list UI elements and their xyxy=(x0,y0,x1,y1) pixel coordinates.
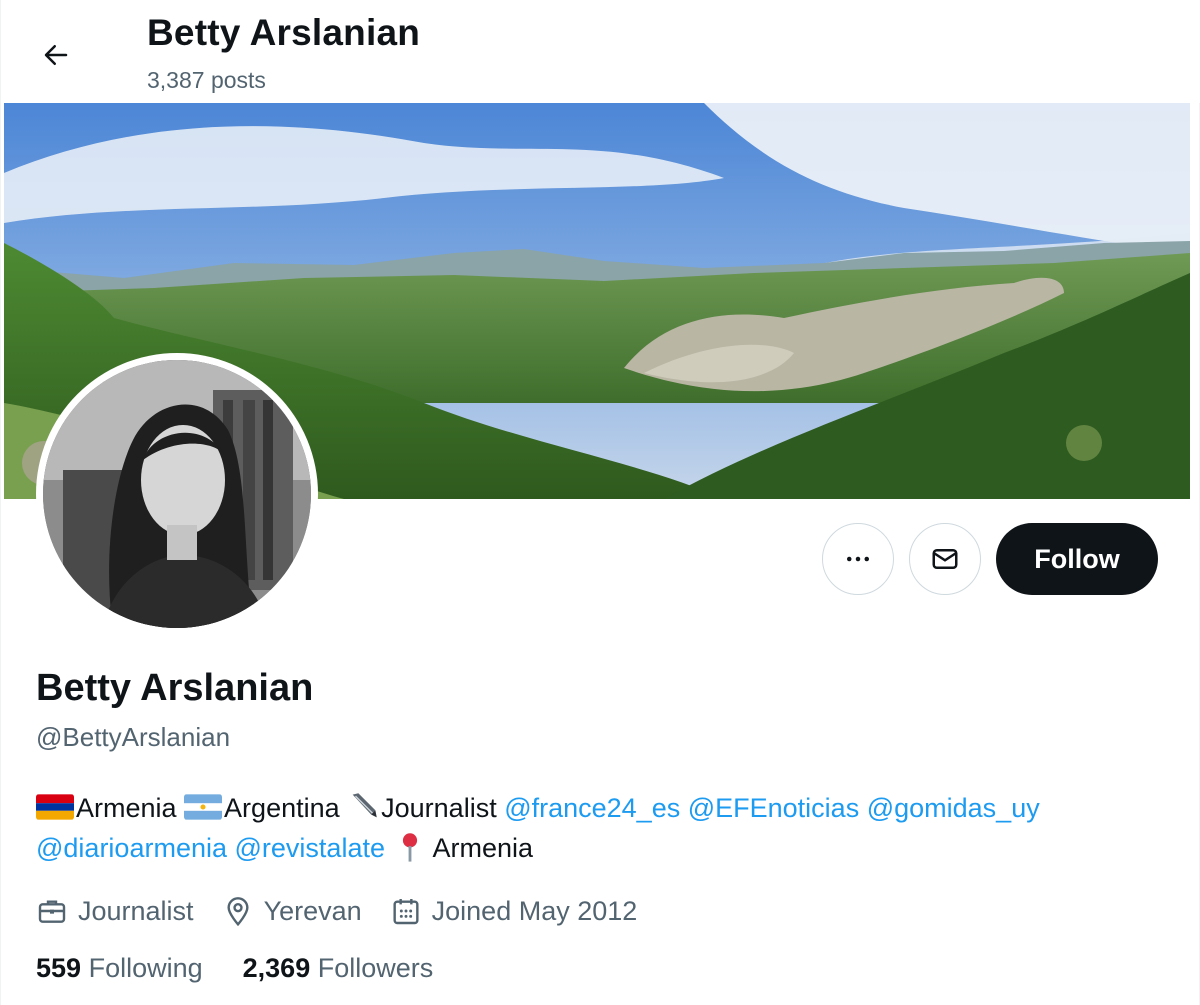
calendar-icon xyxy=(393,899,419,925)
avatar[interactable] xyxy=(36,353,318,635)
top-header: Betty Arslanian 3,387 posts xyxy=(1,0,1200,103)
bio-country-1: Armenia xyxy=(76,793,185,823)
more-options-button[interactable] xyxy=(822,523,894,595)
round-pushpin-icon xyxy=(402,833,417,862)
armenia-flag-icon xyxy=(36,794,74,820)
mention-link[interactable]: @france24_es xyxy=(504,793,680,823)
profession-text: Journalist xyxy=(78,895,194,926)
profile-name: Betty Arslanian xyxy=(36,667,314,709)
profile-handle: @BettyArslanian xyxy=(36,722,231,752)
location-text: Yerevan xyxy=(263,895,362,926)
joined-item: Joined May 2012 xyxy=(390,895,638,927)
mention-link[interactable]: @diarioarmenia xyxy=(36,833,227,863)
followers-link[interactable]: 2,369 Followers xyxy=(243,953,434,984)
envelope-icon xyxy=(932,549,958,569)
followers-count: 2,369 xyxy=(242,953,311,983)
bio-country-2: Argentina xyxy=(224,793,348,823)
location-pin-icon xyxy=(227,897,249,927)
follow-button[interactable]: Follow xyxy=(996,523,1158,595)
more-icon xyxy=(847,556,869,562)
follow-stats: 559 Following 2,369 Followers xyxy=(36,953,473,984)
avatar-image xyxy=(43,360,311,628)
post-count: 3,387 posts xyxy=(147,67,266,93)
bio-location: Armenia xyxy=(426,833,534,863)
mention-link[interactable]: @revistalate xyxy=(235,833,385,863)
following-count: 559 xyxy=(36,953,82,983)
mention-link[interactable]: @gomidas_uy xyxy=(867,793,1040,823)
back-arrow-icon xyxy=(44,45,68,65)
mention-link[interactable]: @EFEnoticias xyxy=(688,793,859,823)
following-link[interactable]: 559 Following xyxy=(36,953,203,984)
profile-meta: Journalist Yerevan Joined May 2012 xyxy=(36,891,665,931)
argentina-flag-icon xyxy=(184,794,223,820)
fountain-pen-icon xyxy=(352,793,377,818)
location-item: Yerevan xyxy=(222,895,362,927)
profile-page: Betty Arslanian 3,387 posts Follow Betty… xyxy=(0,0,1200,1005)
header-title: Betty Arslanian xyxy=(147,12,421,53)
following-label: Following xyxy=(88,953,203,983)
joined-text: Joined May 2012 xyxy=(431,895,638,926)
briefcase-icon xyxy=(38,900,66,923)
followers-label: Followers xyxy=(317,953,434,983)
profession-item: Journalist xyxy=(36,895,194,927)
message-button[interactable] xyxy=(909,523,981,595)
profile-bio: Armenia Argentina Journalist @france24_e… xyxy=(36,788,1176,868)
bio-role: Journalist xyxy=(381,793,505,823)
back-button[interactable] xyxy=(29,28,83,82)
